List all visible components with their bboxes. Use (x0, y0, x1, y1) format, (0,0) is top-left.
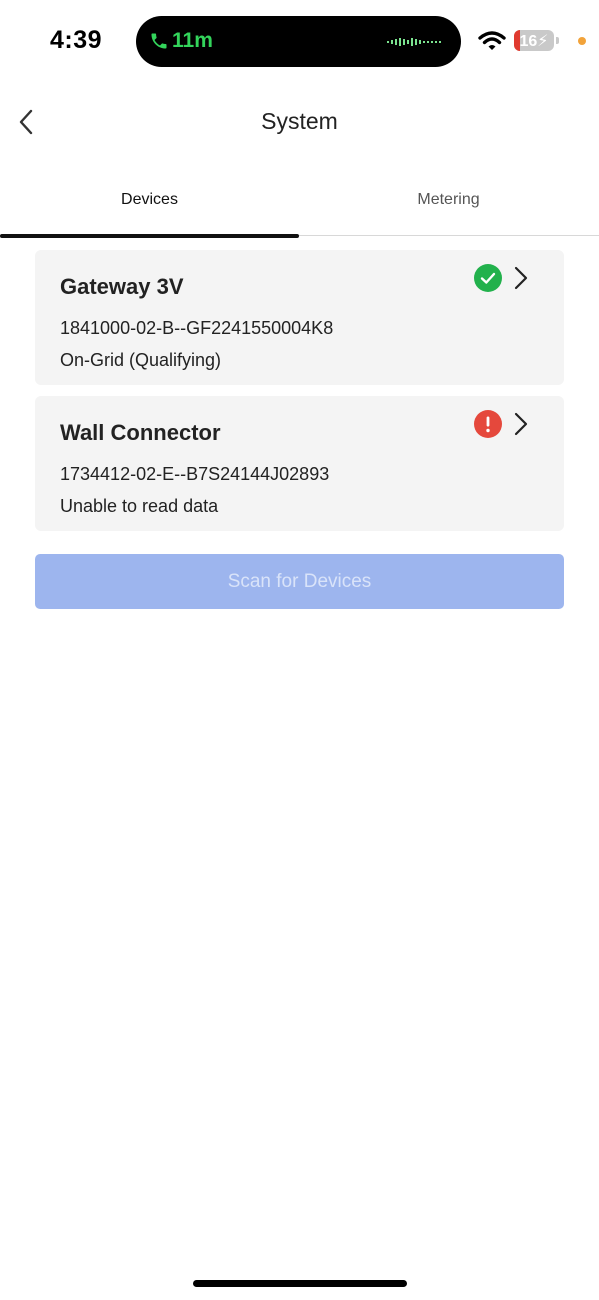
wifi-icon (478, 31, 506, 50)
tab-metering[interactable]: Metering (299, 176, 598, 238)
privacy-indicator-dot (578, 37, 586, 45)
system-screen: 4:39 11m 16⚡ System Devices Metering Gat… (0, 0, 599, 1300)
battery-cap (556, 37, 559, 44)
chevron-right-icon (514, 412, 528, 436)
device-card-gateway[interactable]: Gateway 3V 1841000-02-B--GF2241550004K8 … (35, 250, 564, 385)
device-serial: 1734412-02-E--B7S24144J02893 (60, 464, 330, 484)
audio-wave-icon (387, 38, 441, 46)
phone-icon (151, 33, 167, 49)
home-indicator[interactable] (193, 1280, 407, 1287)
page-title: System (261, 108, 338, 134)
device-card-wall-connector[interactable]: Wall Connector 1734412-02-E--B7S24144J02… (35, 396, 564, 531)
active-tab-indicator (0, 234, 299, 238)
tab-bar: Devices Metering (0, 176, 599, 238)
device-status: On-Grid (Qualifying) (60, 350, 222, 370)
tab-devices[interactable]: Devices (0, 176, 299, 238)
error-circle-icon (474, 410, 502, 438)
device-name: Wall Connector (60, 420, 221, 445)
status-bar: 4:39 11m 16⚡ (0, 0, 599, 80)
status-time: 4:39 (50, 26, 103, 54)
battery-level: 16⚡ (519, 33, 549, 50)
device-serial: 1841000-02-B--GF2241550004K8 (60, 318, 334, 338)
battery-icon: 16⚡ (514, 30, 554, 51)
call-timer: 11m (172, 29, 213, 52)
chevron-right-icon (514, 266, 528, 290)
device-name: Gateway 3V (60, 274, 184, 299)
scan-for-devices-button[interactable]: Scan for Devices (35, 554, 564, 609)
device-status: Unable to read data (60, 496, 219, 516)
dynamic-island-call[interactable]: 11m (136, 16, 461, 67)
check-circle-icon (474, 264, 502, 292)
